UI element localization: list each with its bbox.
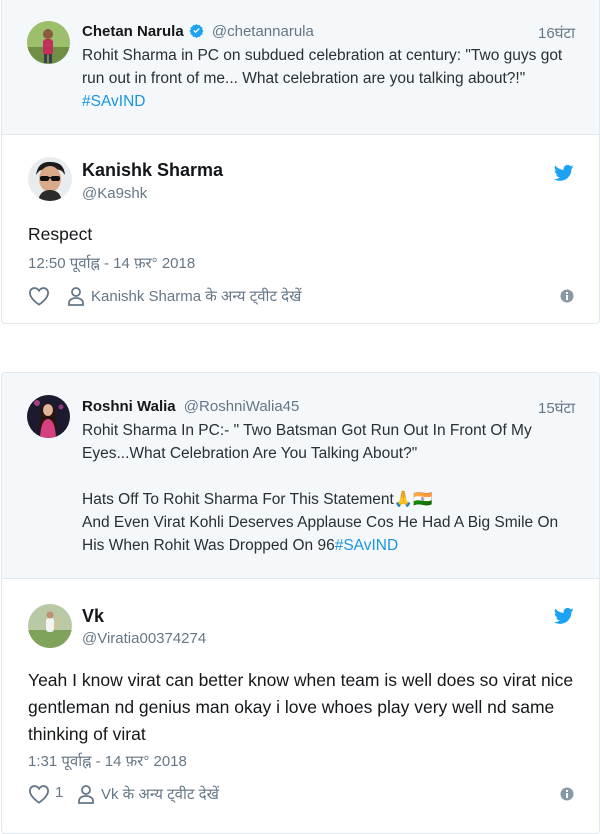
quoted-header: Roshni Walia @RoshniWalia45 xyxy=(82,398,299,415)
reply-author-handle[interactable]: @Viratia00374274 xyxy=(82,630,206,647)
quoted-author-handle[interactable]: @RoshniWalia45 xyxy=(184,398,300,415)
quoted-author-name[interactable]: Chetan Narula xyxy=(82,23,184,40)
heart-icon[interactable] xyxy=(28,784,50,804)
tweet-card-1: Chetan Narula @chetannarula 16घंटा Rohit… xyxy=(1,0,600,324)
quoted-text-body: Rohit Sharma in PC on subdued celebratio… xyxy=(82,47,563,87)
reply-text: Respect xyxy=(28,224,93,244)
quoted-timestamp[interactable]: 16घंटा xyxy=(538,23,575,43)
user-icon xyxy=(68,287,84,306)
heart-icon[interactable] xyxy=(28,286,50,306)
like-count: 1 xyxy=(55,784,64,801)
avatar-chetan-narula[interactable] xyxy=(27,21,70,64)
avatar-roshni-walia[interactable] xyxy=(27,395,70,438)
reply-author-name[interactable]: Kanishk Sharma xyxy=(82,160,223,181)
reply-timestamp[interactable]: 1:31 पूर्वाह्न - 14 फ़र° 2018 xyxy=(28,751,187,771)
quoted-tweet[interactable]: Chetan Narula @chetannarula 16घंटा Rohit… xyxy=(2,0,599,135)
reply-timestamp[interactable]: 12:50 पूर्वाह्न - 14 फ़र° 2018 xyxy=(28,253,195,273)
reply-author-name[interactable]: Vk xyxy=(82,606,104,627)
reply-author-handle[interactable]: @Ka9shk xyxy=(82,185,147,202)
user-icon xyxy=(78,785,94,804)
more-tweets-link[interactable]: Kanishk Sharma के अन्य ट्वीट देखें xyxy=(91,286,301,306)
quoted-text: Rohit Sharma In PC:- " Two Batsman Got R… xyxy=(82,419,577,557)
twitter-bird-icon[interactable] xyxy=(554,163,574,183)
quoted-timestamp[interactable]: 15घंटा xyxy=(538,398,575,418)
quoted-text-line-1: Rohit Sharma In PC:- " Two Batsman Got R… xyxy=(82,422,532,462)
verified-badge-icon xyxy=(189,23,204,38)
info-icon[interactable] xyxy=(560,289,574,303)
quoted-author-handle[interactable]: @chetannarula xyxy=(212,23,314,40)
quoted-text-line-3: And Even Virat Kohli Deserves Applause C… xyxy=(82,514,559,554)
quoted-tweet[interactable]: Roshni Walia @RoshniWalia45 15घंटा Rohit… xyxy=(2,373,599,579)
action-bar: 1 Vk के अन्य ट्वीट देखें xyxy=(28,783,574,805)
action-bar: Kanishk Sharma के अन्य ट्वीट देखें xyxy=(28,285,574,307)
avatar-kanishk-sharma[interactable] xyxy=(28,157,72,201)
info-icon[interactable] xyxy=(560,787,574,801)
quoted-author-name[interactable]: Roshni Walia xyxy=(82,398,176,415)
reply-text: Yeah I know virat can better know when t… xyxy=(28,670,574,744)
twitter-bird-icon[interactable] xyxy=(554,606,574,626)
more-tweets-link[interactable]: Vk के अन्य ट्वीट देखें xyxy=(101,784,219,804)
hashtag-link[interactable]: #SAvIND xyxy=(82,93,145,110)
quoted-text-line-2: Hats Off To Rohit Sharma For This Statem… xyxy=(82,491,433,508)
avatar-vk[interactable] xyxy=(28,604,72,648)
quoted-header: Chetan Narula @chetannarula xyxy=(82,23,314,40)
hashtag-link[interactable]: #SAvIND xyxy=(335,537,398,554)
quoted-text: Rohit Sharma in PC on subdued celebratio… xyxy=(82,44,582,113)
tweet-card-2: Roshni Walia @RoshniWalia45 15घंटा Rohit… xyxy=(1,372,600,834)
